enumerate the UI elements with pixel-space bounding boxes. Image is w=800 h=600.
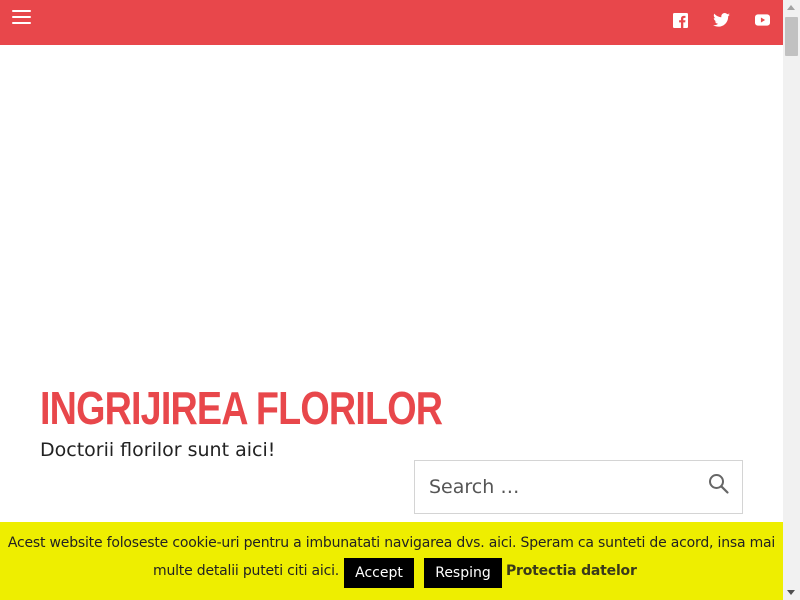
scroll-down-arrow-icon[interactable]	[787, 590, 795, 595]
site-tagline: Doctorii florilor sunt aici!	[40, 439, 276, 461]
cookie-consent-bar: Acest website foloseste cookie-uri pentr…	[0, 522, 783, 600]
page: INGRIJIREA FLORILOR Doctorii florilor su…	[0, 0, 800, 600]
privacy-policy-link[interactable]: Protectia datelor	[506, 563, 637, 579]
reject-cookies-button[interactable]: Resping	[424, 558, 502, 588]
search-icon[interactable]	[708, 473, 732, 497]
search-input[interactable]	[415, 461, 695, 513]
cookie-message-line2: multe detalii puteti citi aici.	[153, 563, 340, 579]
scrollbar-thumb[interactable]	[785, 17, 798, 56]
youtube-icon[interactable]	[754, 12, 770, 28]
accept-cookies-button[interactable]: Accept	[344, 558, 414, 588]
facebook-icon[interactable]	[672, 12, 688, 28]
vertical-scrollbar[interactable]	[783, 0, 800, 600]
search-form	[414, 460, 743, 514]
scroll-up-arrow-icon[interactable]	[787, 5, 795, 10]
twitter-icon[interactable]	[712, 12, 730, 28]
cookie-message-line1: Acest website foloseste cookie-uri pentr…	[7, 535, 776, 551]
site-title[interactable]: INGRIJIREA FLORILOR	[40, 380, 443, 436]
top-bar	[0, 0, 783, 45]
hamburger-menu-icon[interactable]	[12, 10, 31, 25]
